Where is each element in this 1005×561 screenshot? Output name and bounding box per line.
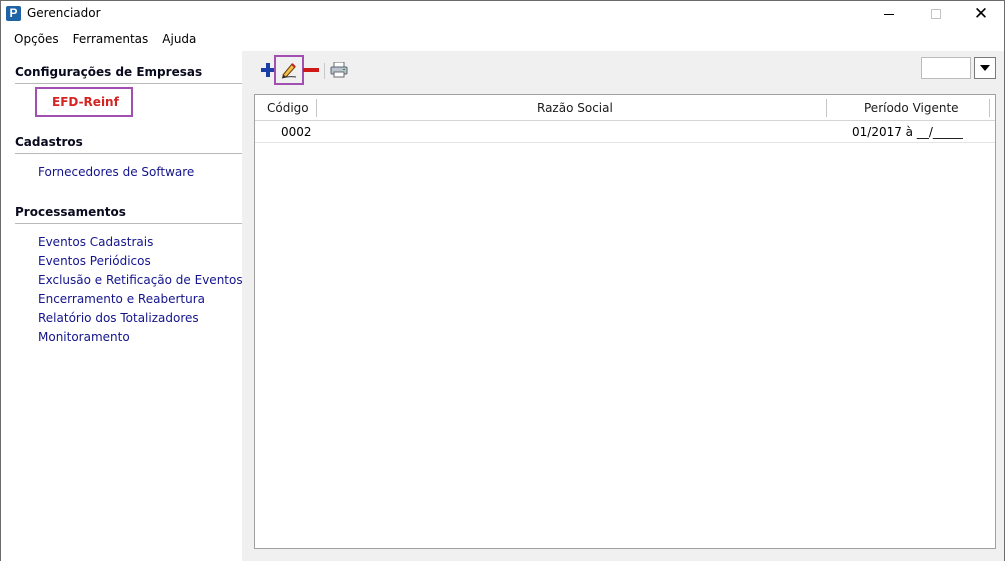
menu-opcoes[interactable]: Opções — [7, 32, 66, 46]
minimize-icon — [884, 13, 894, 15]
main-panel: Código Razão Social Período Vigente 0002… — [242, 51, 1004, 561]
cell-codigo: 0002 — [281, 125, 312, 139]
chevron-down-icon — [980, 65, 990, 71]
column-separator[interactable] — [989, 99, 990, 117]
sidebar-item-relatorio-totalizadores[interactable]: Relatório dos Totalizadores — [38, 311, 199, 325]
sidebar-item-exclusao-retificacao[interactable]: Exclusão e Retificação de Eventos — [38, 273, 243, 287]
maximize-icon — [931, 9, 941, 19]
window-title: Gerenciador — [27, 6, 101, 20]
sidebar-item-label: EFD-Reinf — [52, 95, 119, 109]
section-configuracoes: Configurações de Empresas — [15, 65, 242, 84]
sidebar-item-encerramento-reabertura[interactable]: Encerramento e Reabertura — [38, 292, 205, 306]
section-title-processamentos: Processamentos — [15, 205, 242, 224]
sidebar-item-eventos-periodicos[interactable]: Eventos Periódicos — [38, 254, 151, 268]
toolbar — [242, 51, 1004, 89]
toolbar-separator — [324, 63, 325, 79]
filter-combo-input[interactable] — [921, 57, 971, 79]
close-icon: ✕ — [973, 3, 989, 24]
column-header-periodo-vigente[interactable]: Período Vigente — [864, 95, 959, 121]
column-separator[interactable] — [316, 99, 317, 117]
title-bar: P Gerenciador ✕ — [1, 1, 1004, 27]
companies-grid: Código Razão Social Período Vigente 0002… — [254, 94, 996, 549]
grid-header: Código Razão Social Período Vigente — [255, 95, 995, 121]
column-separator[interactable] — [826, 99, 827, 117]
section-cadastros: Cadastros — [15, 135, 242, 154]
remove-button[interactable] — [300, 59, 322, 81]
menu-bar: Opções Ferramentas Ajuda — [1, 27, 1004, 51]
print-icon — [330, 62, 348, 78]
column-header-razao-social[interactable]: Razão Social — [537, 95, 613, 121]
close-button[interactable]: ✕ — [958, 1, 1004, 27]
sidebar-item-eventos-cadastrais[interactable]: Eventos Cadastrais — [38, 235, 153, 249]
sidebar-item-efd-reinf[interactable]: EFD-Reinf — [35, 87, 133, 117]
menu-ferramentas[interactable]: Ferramentas — [66, 32, 156, 46]
menu-ajuda[interactable]: Ajuda — [155, 32, 203, 46]
edit-icon — [281, 63, 297, 79]
sidebar: Configurações de Empresas EFD-Reinf Cada… — [1, 51, 243, 561]
print-button[interactable] — [328, 59, 350, 81]
table-row[interactable]: 0002 01/2017 à __/_____ — [255, 121, 995, 143]
combo-dropdown-button[interactable] — [974, 57, 996, 79]
column-header-codigo[interactable]: Código — [267, 95, 309, 121]
app-window: P Gerenciador ✕ Opções Ferramentas Ajuda… — [0, 0, 1005, 561]
section-processamentos: Processamentos — [15, 205, 242, 224]
cell-periodo-vigente: 01/2017 à __/_____ — [852, 125, 963, 139]
add-icon — [261, 63, 275, 77]
sidebar-item-fornecedores-de-software[interactable]: Fornecedores de Software — [38, 165, 194, 179]
section-title-configuracoes: Configurações de Empresas — [15, 65, 242, 84]
maximize-button[interactable] — [913, 1, 959, 27]
sidebar-item-monitoramento[interactable]: Monitoramento — [38, 330, 130, 344]
minimize-button[interactable] — [866, 1, 912, 27]
section-title-cadastros: Cadastros — [15, 135, 242, 154]
remove-icon — [303, 68, 319, 72]
app-logo-icon: P — [6, 6, 21, 21]
